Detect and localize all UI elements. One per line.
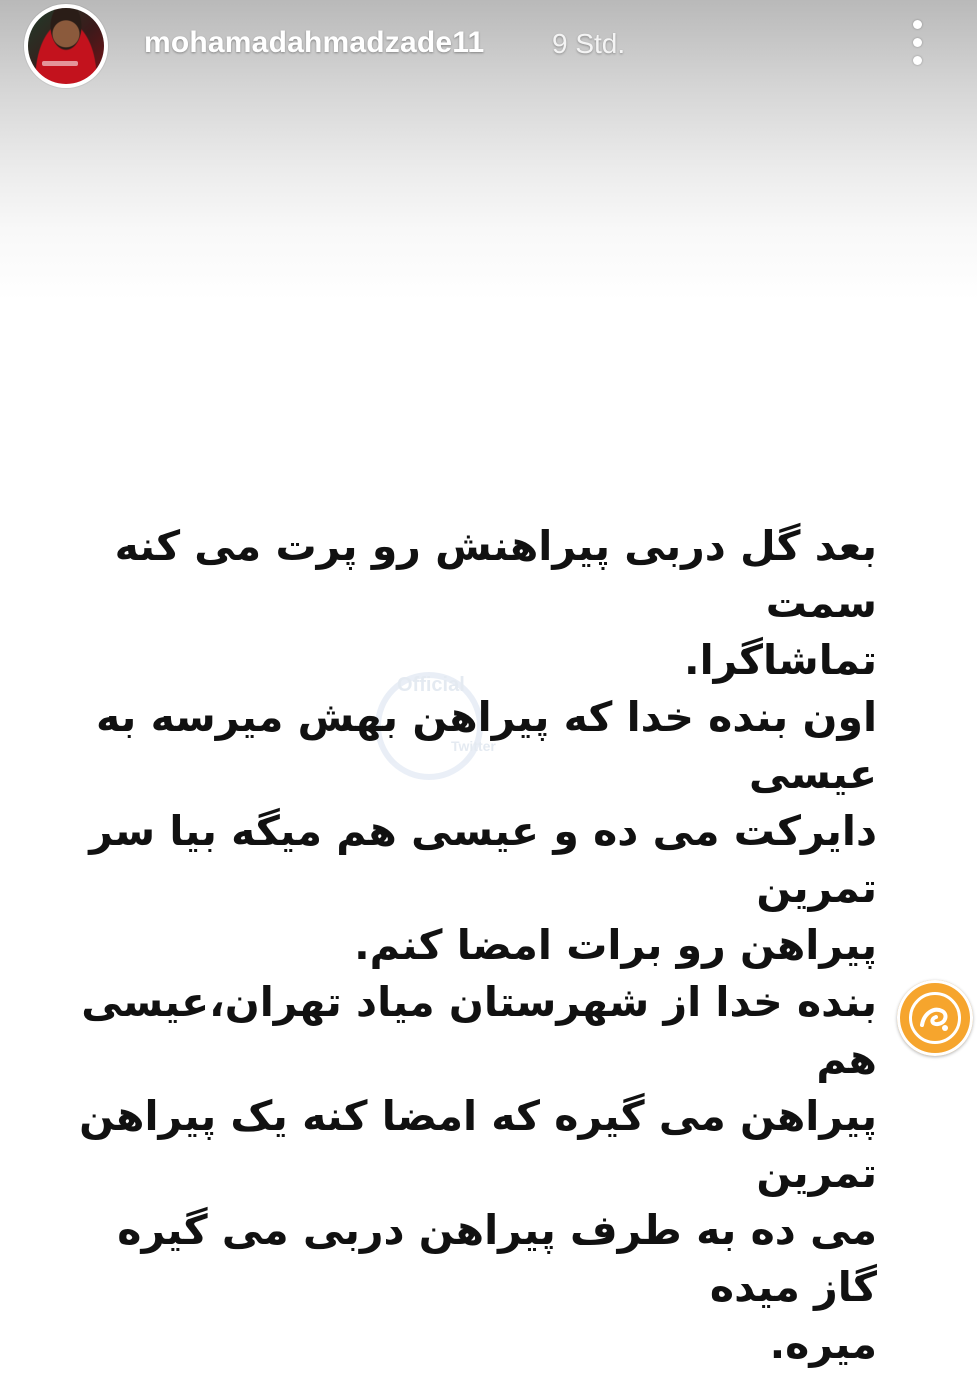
publisher-logo [897, 980, 973, 1056]
more-vertical-icon [913, 20, 922, 29]
story-view: mohamadahmadzade11 9 Std. Official Twitt… [0, 0, 977, 1368]
story-paragraph: بعد گل دربی پیراهنش رو پرت می کنه سمت تم… [114, 522, 877, 684]
more-options-button[interactable] [900, 14, 936, 70]
story-header: mohamadahmadzade11 9 Std. [24, 4, 954, 88]
story-paragraph: اون بنده خدا که پیراهن بهش میرسه به عیسی… [89, 693, 877, 969]
avatar-photo [28, 8, 104, 84]
more-vertical-icon [913, 38, 922, 47]
logo-mark-icon [909, 992, 961, 1044]
story-paragraph: بنده خدا از شهرستان میاد تهران،عیسی هم پ… [79, 978, 877, 1368]
story-text: بعد گل دربی پیراهنش رو پرت می کنه سمت تم… [77, 518, 877, 1373]
post-time: 9 Std. [552, 28, 626, 59]
more-vertical-icon [913, 56, 922, 65]
author-avatar[interactable] [24, 4, 108, 88]
author-username[interactable]: mohamadahmadzade11 [144, 26, 484, 60]
